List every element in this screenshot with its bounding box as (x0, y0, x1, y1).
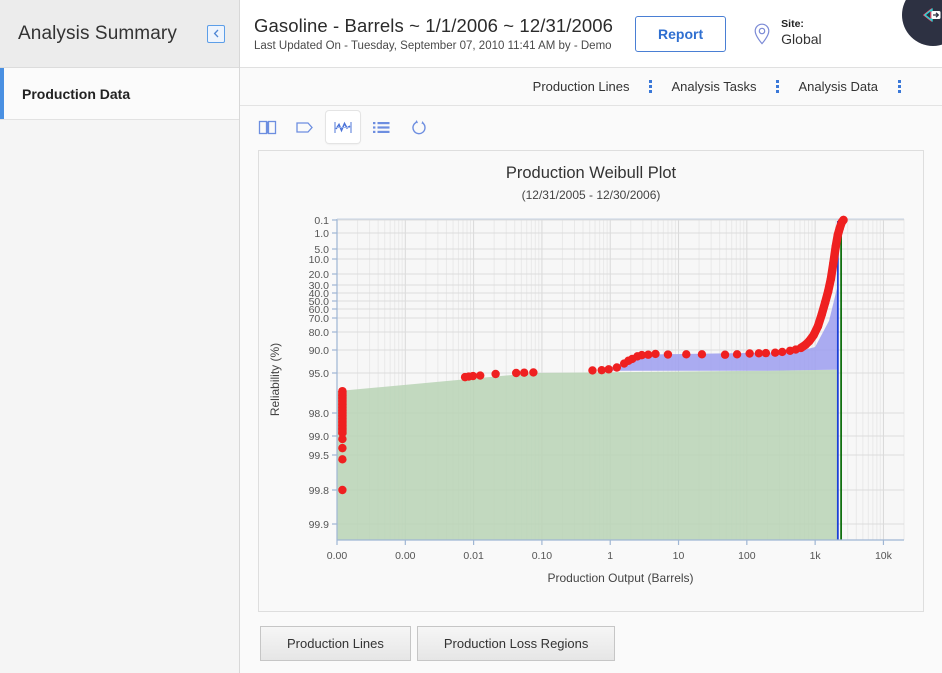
sidebar-item-label: Production Data (22, 85, 131, 102)
sidebar-body (0, 120, 239, 672)
list-icon-button[interactable] (364, 111, 398, 143)
chart-toolbar (240, 106, 942, 148)
sidebar-header: Analysis Summary (0, 0, 239, 68)
svg-text:98.0: 98.0 (309, 408, 330, 420)
sidebar-title: Analysis Summary (18, 22, 177, 44)
list-icon (372, 121, 389, 133)
weibull-plot[interactable]: 0.11.05.010.020.030.040.050.060.070.080.… (259, 151, 923, 613)
tag-icon (296, 121, 313, 133)
svg-text:80.0: 80.0 (309, 327, 330, 339)
bottom-tabs-wrap: Production Lines Production Loss Regions (240, 612, 942, 661)
pointer-arrow-icon (922, 8, 941, 22)
bottom-tabs: Production Lines Production Loss Regions (258, 626, 924, 661)
kebab-menu-icon-production-lines[interactable] (643, 80, 659, 93)
site-selector[interactable]: Site: Global (752, 18, 822, 49)
header-bar: Gasoline - Barrels ~ 1/1/2006 ~ 12/31/20… (240, 0, 942, 68)
app-root: Analysis Summary Production Data Gasolin… (0, 0, 942, 673)
site-label: Site: (781, 18, 804, 31)
chart-plot-icon (334, 121, 352, 133)
chevron-left-icon (213, 29, 218, 38)
svg-text:0.00: 0.00 (395, 550, 416, 562)
kebab-menu-icon-analysis-tasks[interactable] (770, 80, 786, 93)
svg-text:10k: 10k (875, 550, 893, 562)
sidebar-item-production-data[interactable]: Production Data (0, 68, 239, 120)
svg-text:95.0: 95.0 (309, 368, 330, 380)
refresh-icon-button[interactable] (402, 111, 436, 143)
chart-card: Production Weibull Plot (12/31/2005 - 12… (258, 150, 924, 612)
svg-text:1: 1 (607, 550, 613, 562)
svg-text:0.01: 0.01 (463, 550, 484, 562)
nav-item-production-lines[interactable]: Production Lines (533, 79, 630, 94)
nav-item-analysis-data[interactable]: Analysis Data (799, 79, 878, 94)
svg-text:99.0: 99.0 (309, 431, 330, 443)
svg-text:99.5: 99.5 (309, 450, 330, 462)
refresh-icon (411, 119, 426, 134)
svg-text:1.0: 1.0 (314, 228, 329, 240)
nav-item-analysis-tasks[interactable]: Analysis Tasks (672, 79, 757, 94)
location-pin-icon (754, 23, 770, 44)
header-title-block: Gasoline - Barrels ~ 1/1/2006 ~ 12/31/20… (254, 15, 613, 52)
svg-text:1k: 1k (810, 550, 822, 562)
last-updated-text: Last Updated On - Tuesday, September 07,… (254, 40, 612, 52)
tag-icon-button[interactable] (288, 111, 322, 143)
kebab-menu-icon-analysis-data[interactable] (891, 80, 907, 93)
svg-text:Production Output (Barrels): Production Output (Barrels) (547, 571, 693, 585)
svg-text:70.0: 70.0 (309, 313, 330, 325)
book-icon-button[interactable] (250, 111, 284, 143)
sidebar: Analysis Summary Production Data (0, 0, 240, 673)
svg-text:0.10: 0.10 (532, 550, 553, 562)
sidebar-collapse-button[interactable] (207, 24, 225, 43)
page-title: Gasoline - Barrels ~ 1/1/2006 ~ 12/31/20… (254, 15, 614, 36)
tab-production-loss-regions[interactable]: Production Loss Regions (416, 626, 616, 661)
svg-text:Reliability (%): Reliability (%) (268, 343, 282, 416)
svg-text:10.0: 10.0 (309, 254, 330, 266)
section-nav-row: Production Lines Analysis Tasks Analysis… (240, 68, 942, 106)
main-content: Gasoline - Barrels ~ 1/1/2006 ~ 12/31/20… (240, 0, 942, 673)
svg-text:100: 100 (738, 550, 756, 562)
svg-text:0.00: 0.00 (327, 550, 348, 562)
chart-plot-icon-button[interactable] (326, 111, 360, 143)
svg-text:10: 10 (673, 550, 685, 562)
svg-text:99.8: 99.8 (309, 485, 330, 497)
book-icon (258, 120, 276, 134)
svg-text:0.1: 0.1 (314, 215, 329, 227)
report-button[interactable]: Report (635, 15, 727, 52)
svg-text:99.9: 99.9 (309, 519, 330, 531)
svg-text:90.0: 90.0 (309, 345, 330, 357)
site-value: Global (781, 31, 822, 48)
tab-production-lines[interactable]: Production Lines (260, 626, 411, 661)
